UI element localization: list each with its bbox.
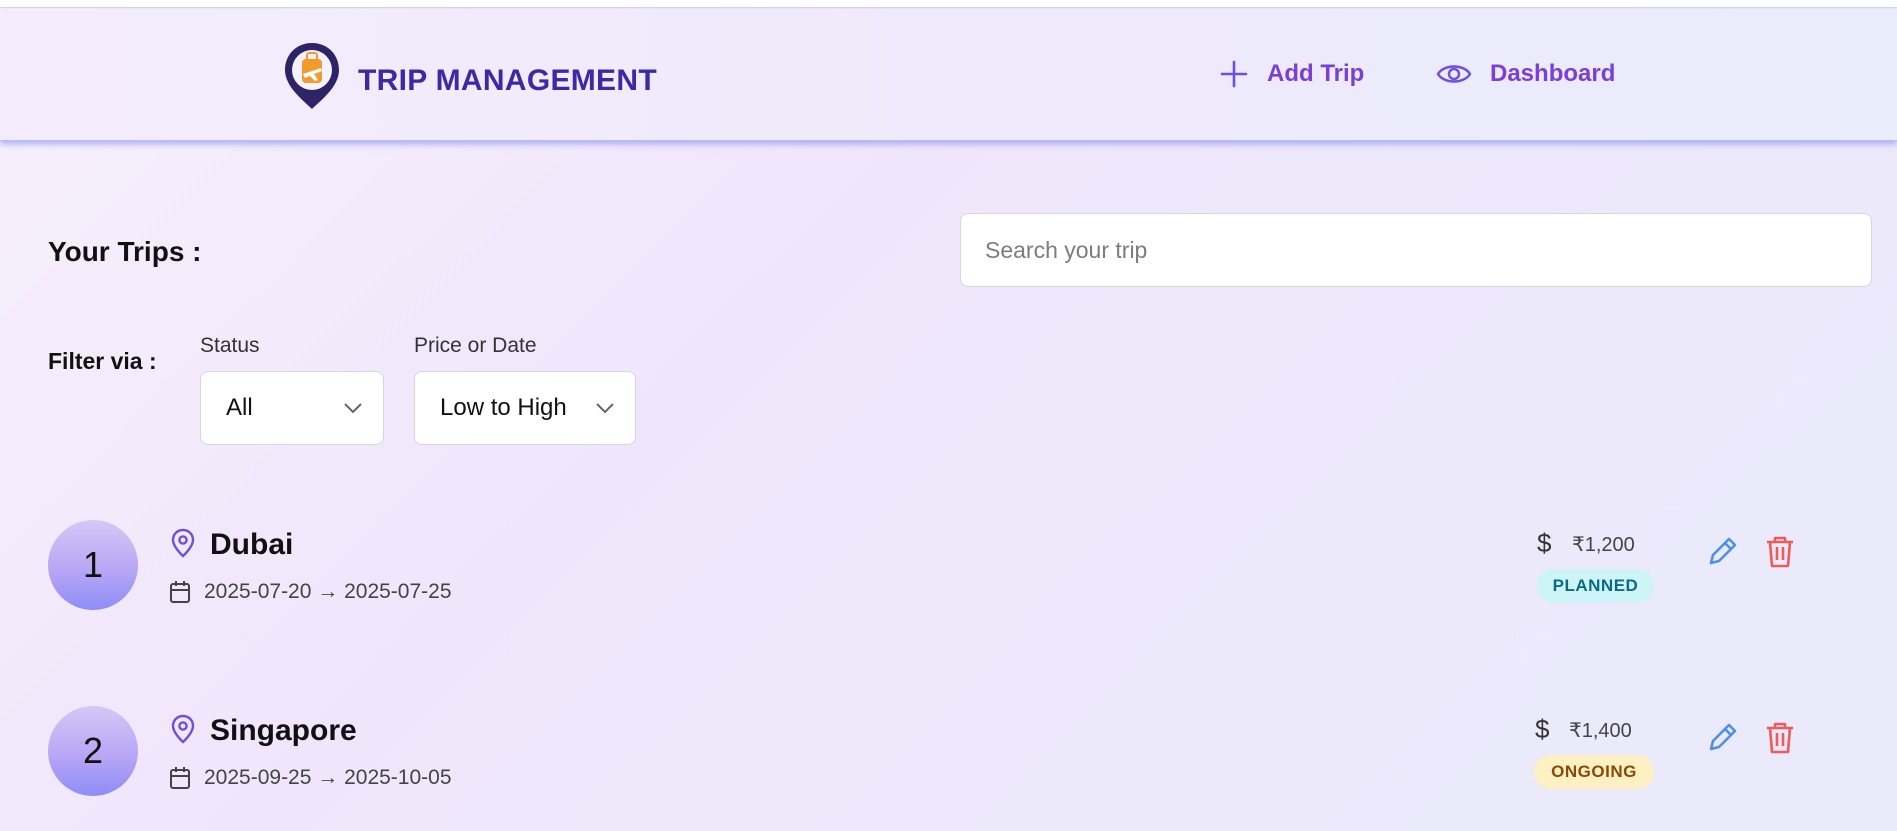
trip-row[interactable]: 1 Dubai 2025-07-20 → 2025-07-25 $ ₹1,200…	[0, 520, 1897, 620]
trip-number-badge: 2	[48, 706, 138, 796]
sort-select-value: Low to High	[440, 394, 567, 421]
status-select[interactable]: All	[200, 371, 384, 445]
brand-title[interactable]: TRIP MANAGEMENT	[358, 64, 657, 98]
dollar-icon: $	[1535, 714, 1550, 744]
dashboard-label: Dashboard	[1490, 60, 1616, 87]
trip-price: ₹1,200	[1572, 534, 1635, 556]
delete-trash-icon[interactable]	[1764, 721, 1796, 755]
calendar-icon	[170, 767, 190, 789]
sort-select[interactable]: Low to High	[414, 371, 636, 445]
page-title: Your Trips :	[48, 236, 202, 267]
chevron-down-icon	[596, 403, 614, 414]
trip-logo-icon[interactable]	[283, 41, 341, 111]
filter-label: Filter via :	[48, 348, 157, 374]
status-badge: ONGOING	[1534, 755, 1654, 789]
trip-price: ₹1,400	[1569, 720, 1632, 742]
edit-pencil-icon[interactable]	[1705, 721, 1739, 755]
edit-pencil-icon[interactable]	[1705, 535, 1739, 569]
trip-number-badge: 1	[48, 520, 138, 610]
plus-icon	[1220, 60, 1248, 88]
status-select-value: All	[226, 394, 253, 421]
status-badge: PLANNED	[1537, 569, 1654, 603]
calendar-icon	[170, 581, 190, 603]
add-trip-label: Add Trip	[1267, 60, 1365, 87]
eye-icon	[1436, 65, 1472, 83]
dashboard-link[interactable]: Dashboard	[1436, 59, 1615, 89]
browser-top-edge	[0, 0, 1897, 8]
add-trip-link[interactable]: Add Trip	[1219, 59, 1364, 89]
delete-trash-icon[interactable]	[1764, 535, 1796, 569]
trip-row[interactable]: 2 Singapore 2025-09-25 → 2025-10-05 $ ₹1…	[0, 706, 1897, 806]
location-pin-icon	[171, 528, 195, 558]
navbar: TRIP MANAGEMENT Add Trip Dashboard	[0, 9, 1897, 141]
location-pin-icon	[171, 714, 195, 744]
chevron-down-icon	[344, 403, 362, 414]
sort-filter-label: Price or Date	[414, 334, 537, 357]
search-input[interactable]	[960, 213, 1872, 287]
trip-destination: Dubai	[210, 528, 294, 561]
dollar-icon: $	[1537, 528, 1552, 558]
trip-dates: 2025-09-25 → 2025-10-05	[204, 766, 452, 789]
trip-dates: 2025-07-20 → 2025-07-25	[204, 580, 452, 603]
trip-destination: Singapore	[210, 714, 357, 747]
status-filter-label: Status	[200, 334, 260, 357]
